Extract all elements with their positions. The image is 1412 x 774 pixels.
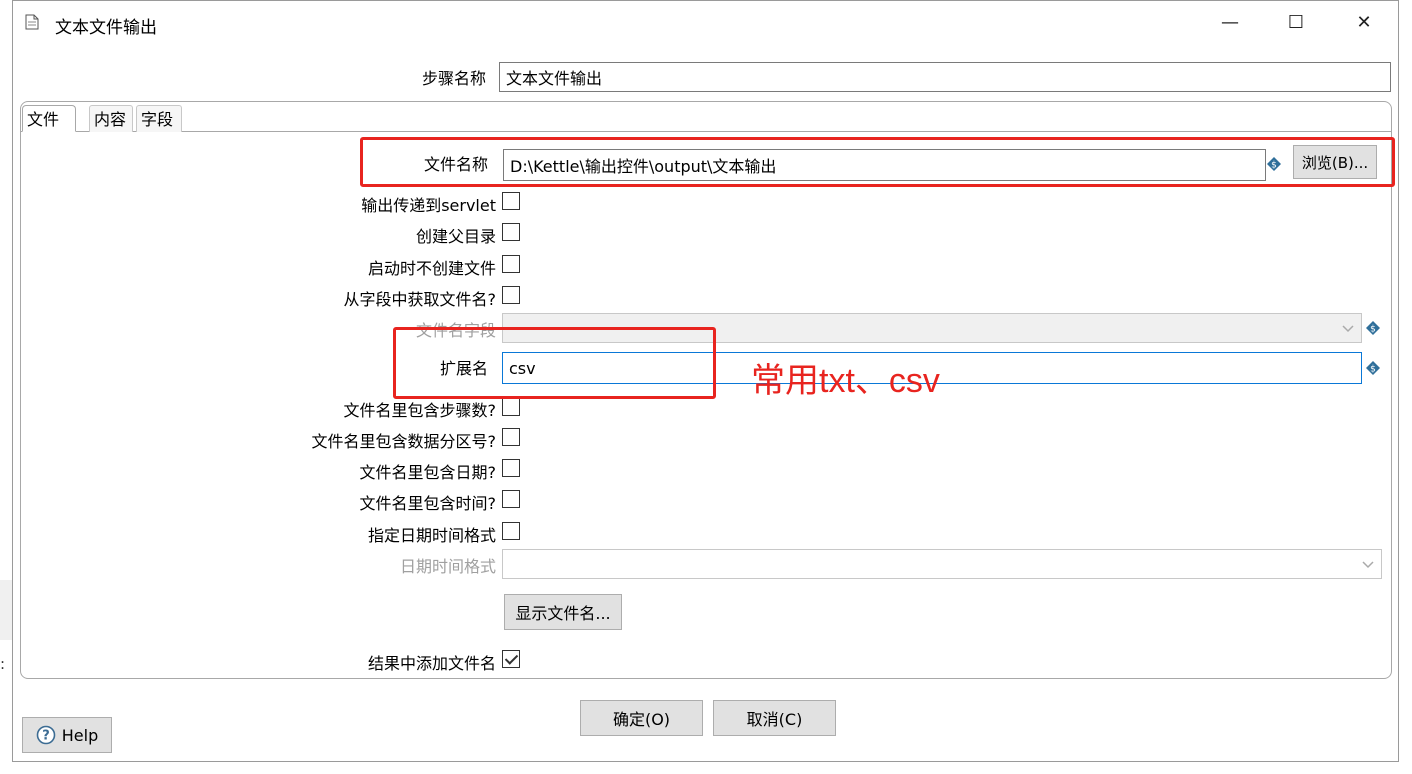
ok-button[interactable]: 确定(O) xyxy=(580,700,703,736)
svg-text:$: $ xyxy=(1370,325,1376,335)
from-field-checkbox[interactable] xyxy=(502,286,520,304)
datetime-format-combo[interactable] xyxy=(502,549,1382,579)
include-date-checkbox[interactable] xyxy=(502,459,520,477)
include-date-label: 文件名里包含日期? xyxy=(359,463,497,482)
background-app-strip xyxy=(0,580,12,640)
include-stepnr-checkbox[interactable] xyxy=(502,398,520,416)
tab-bar-divider xyxy=(20,131,1392,132)
include-time-label: 文件名里包含时间? xyxy=(359,494,497,513)
chevron-down-icon xyxy=(1362,561,1374,569)
step-name-input[interactable] xyxy=(499,62,1391,92)
add-to-result-checkbox[interactable] xyxy=(502,650,520,668)
include-time-checkbox[interactable] xyxy=(502,490,520,508)
add-to-result-label: 结果中添加文件名 xyxy=(367,654,496,673)
include-stepnr-label: 文件名里包含步骤数? xyxy=(343,401,497,420)
annotation-box-filename xyxy=(360,137,1395,187)
create-parent-label: 创建父目录 xyxy=(415,227,496,246)
chevron-down-icon xyxy=(1342,325,1354,333)
include-partnr-label: 文件名里包含数据分区号? xyxy=(311,432,497,451)
create-parent-checkbox[interactable] xyxy=(502,223,520,241)
variable-icon[interactable]: $ xyxy=(1365,320,1381,336)
close-button[interactable]: ✕ xyxy=(1352,11,1376,35)
svg-text:$: $ xyxy=(1370,365,1376,375)
specify-format-label: 指定日期时间格式 xyxy=(367,526,496,545)
help-button[interactable]: ? Help xyxy=(22,717,112,753)
include-partnr-checkbox[interactable] xyxy=(502,428,520,446)
tab-file[interactable]: 文件 xyxy=(22,105,76,132)
show-filename-button[interactable]: 显示文件名... xyxy=(504,594,622,630)
maximize-button[interactable]: ☐ xyxy=(1284,11,1308,35)
cancel-button[interactable]: 取消(C) xyxy=(713,700,836,736)
help-label: Help xyxy=(61,725,99,745)
annotation-text: 常用txt、csv xyxy=(751,362,940,400)
annotation-box-extension xyxy=(393,327,716,399)
variable-icon[interactable]: $ xyxy=(1365,360,1381,376)
svg-text:?: ? xyxy=(42,729,50,744)
dialog-window: 文本文件输出 — ☐ ✕ 步骤名称 文件 内容 字段 文件名称 $ 浏览(B).… xyxy=(12,0,1399,762)
tab-fields[interactable]: 字段 xyxy=(136,105,182,132)
step-name-label: 步骤名称 xyxy=(421,69,486,88)
specify-format-checkbox[interactable] xyxy=(502,522,520,540)
document-icon xyxy=(25,14,39,30)
window-title: 文本文件输出 xyxy=(55,18,157,38)
tab-content[interactable]: 内容 xyxy=(89,105,133,132)
datetime-format-label: 日期时间格式 xyxy=(399,557,496,576)
help-icon: ? xyxy=(36,725,56,745)
background-app-text: : xyxy=(0,655,6,673)
servlet-checkbox[interactable] xyxy=(502,192,520,210)
no-create-label: 启动时不创建文件 xyxy=(367,259,496,278)
no-create-checkbox[interactable] xyxy=(502,255,520,273)
minimize-button[interactable]: — xyxy=(1218,11,1242,35)
from-field-label: 从字段中获取文件名? xyxy=(343,290,497,309)
servlet-label: 输出传递到servlet xyxy=(361,196,496,215)
title-bar: 文本文件输出 — ☐ ✕ xyxy=(13,1,1398,45)
